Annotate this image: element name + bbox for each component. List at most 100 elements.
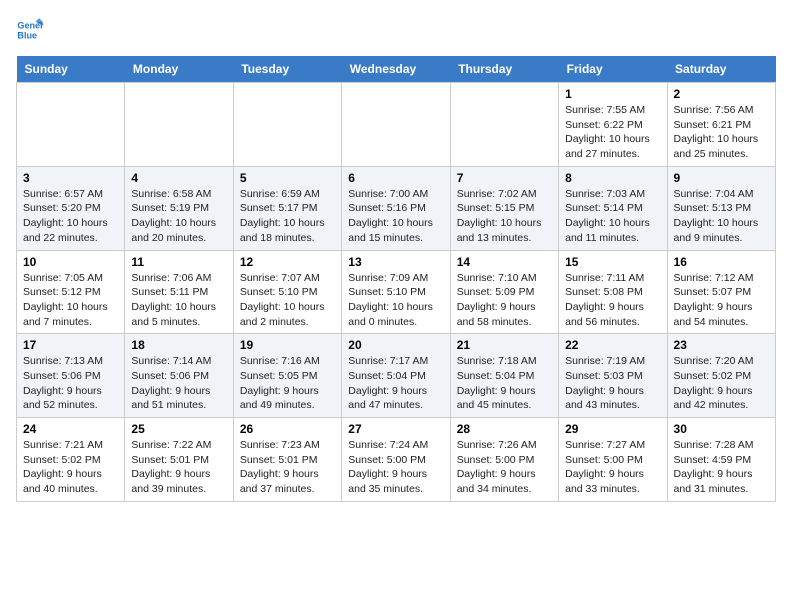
calendar-cell: 17 Sunrise: 7:13 AM Sunset: 5:06 PM Dayli… <box>17 334 125 418</box>
day-detail: Sunrise: 6:59 AM Sunset: 5:17 PM Dayligh… <box>240 187 335 246</box>
calendar-cell: 25Sunrise: 7:22 AM Sunset: 5:01 PM Dayli… <box>125 418 233 502</box>
day-detail: Sunrise: 7:06 AM Sunset: 5:11 PM Dayligh… <box>131 271 226 330</box>
day-detail: Sunrise: 7:23 AM Sunset: 5:01 PM Dayligh… <box>240 438 335 497</box>
day-number: 19 <box>240 338 335 352</box>
calendar-cell: 27 Sunrise: 7:24 AM Sunset: 5:00 PM Dayli… <box>342 418 450 502</box>
calendar-cell: 8Sunrise: 7:03 AM Sunset: 5:14 PM Daylig… <box>559 166 667 250</box>
day-detail: Sunrise: 7:19 AM Sunset: 5:03 PM Dayligh… <box>565 354 660 413</box>
logo-icon: General Blue <box>16 16 44 44</box>
calendar-cell: 11 Sunrise: 7:06 AM Sunset: 5:11 PM Dayli… <box>125 250 233 334</box>
day-number: 3 <box>23 171 118 185</box>
day-number: 4 <box>131 171 226 185</box>
day-number: 13 <box>348 255 443 269</box>
day-detail: Sunrise: 7:14 AM Sunset: 5:06 PM Dayligh… <box>131 354 226 413</box>
calendar-week-4: 17 Sunrise: 7:13 AM Sunset: 5:06 PM Dayli… <box>17 334 776 418</box>
day-number: 2 <box>674 87 769 101</box>
calendar-cell: 23 Sunrise: 7:20 AM Sunset: 5:02 PM Dayli… <box>667 334 775 418</box>
day-detail: Sunrise: 7:10 AM Sunset: 5:09 PM Dayligh… <box>457 271 552 330</box>
weekday-header-friday: Friday <box>559 56 667 83</box>
calendar-cell: 16Sunrise: 7:12 AM Sunset: 5:07 PM Dayli… <box>667 250 775 334</box>
calendar-cell <box>450 83 558 167</box>
day-detail: Sunrise: 7:02 AM Sunset: 5:15 PM Dayligh… <box>457 187 552 246</box>
day-detail: Sunrise: 7:04 AM Sunset: 5:13 PM Dayligh… <box>674 187 769 246</box>
day-number: 17 <box>23 338 118 352</box>
day-number: 11 <box>131 255 226 269</box>
day-detail: Sunrise: 7:07 AM Sunset: 5:10 PM Dayligh… <box>240 271 335 330</box>
calendar-week-2: 3 Sunrise: 6:57 AM Sunset: 5:20 PM Daylig… <box>17 166 776 250</box>
day-detail: Sunrise: 7:21 AM Sunset: 5:02 PM Dayligh… <box>23 438 118 497</box>
page-header: General Blue <box>16 16 776 44</box>
day-number: 12 <box>240 255 335 269</box>
calendar-cell: 5 Sunrise: 6:59 AM Sunset: 5:17 PM Daylig… <box>233 166 341 250</box>
calendar-week-1: 1Sunrise: 7:55 AM Sunset: 6:22 PM Daylig… <box>17 83 776 167</box>
day-number: 9 <box>674 171 769 185</box>
day-detail: Sunrise: 6:57 AM Sunset: 5:20 PM Dayligh… <box>23 187 118 246</box>
calendar-cell: 18Sunrise: 7:14 AM Sunset: 5:06 PM Dayli… <box>125 334 233 418</box>
calendar-cell: 28 Sunrise: 7:26 AM Sunset: 5:00 PM Dayli… <box>450 418 558 502</box>
calendar-cell: 3 Sunrise: 6:57 AM Sunset: 5:20 PM Daylig… <box>17 166 125 250</box>
calendar-cell <box>125 83 233 167</box>
calendar-week-3: 10 Sunrise: 7:05 AM Sunset: 5:12 PM Dayli… <box>17 250 776 334</box>
calendar-cell: 14 Sunrise: 7:10 AM Sunset: 5:09 PM Dayli… <box>450 250 558 334</box>
day-detail: Sunrise: 7:18 AM Sunset: 5:04 PM Dayligh… <box>457 354 552 413</box>
weekday-header-wednesday: Wednesday <box>342 56 450 83</box>
calendar-cell <box>233 83 341 167</box>
day-number: 28 <box>457 422 552 436</box>
day-number: 6 <box>348 171 443 185</box>
calendar-cell: 19 Sunrise: 7:16 AM Sunset: 5:05 PM Dayli… <box>233 334 341 418</box>
calendar-cell <box>17 83 125 167</box>
day-detail: Sunrise: 7:03 AM Sunset: 5:14 PM Dayligh… <box>565 187 660 246</box>
weekday-header-thursday: Thursday <box>450 56 558 83</box>
day-number: 7 <box>457 171 552 185</box>
day-detail: Sunrise: 7:09 AM Sunset: 5:10 PM Dayligh… <box>348 271 443 330</box>
day-detail: Sunrise: 7:16 AM Sunset: 5:05 PM Dayligh… <box>240 354 335 413</box>
calendar-cell: 22Sunrise: 7:19 AM Sunset: 5:03 PM Dayli… <box>559 334 667 418</box>
day-detail: Sunrise: 7:20 AM Sunset: 5:02 PM Dayligh… <box>674 354 769 413</box>
calendar-cell: 20 Sunrise: 7:17 AM Sunset: 5:04 PM Dayli… <box>342 334 450 418</box>
day-detail: Sunrise: 7:17 AM Sunset: 5:04 PM Dayligh… <box>348 354 443 413</box>
calendar-cell: 10 Sunrise: 7:05 AM Sunset: 5:12 PM Dayli… <box>17 250 125 334</box>
calendar-cell: 6 Sunrise: 7:00 AM Sunset: 5:16 PM Daylig… <box>342 166 450 250</box>
day-detail: Sunrise: 7:26 AM Sunset: 5:00 PM Dayligh… <box>457 438 552 497</box>
calendar-cell: 24Sunrise: 7:21 AM Sunset: 5:02 PM Dayli… <box>17 418 125 502</box>
day-number: 10 <box>23 255 118 269</box>
day-number: 20 <box>348 338 443 352</box>
day-detail: Sunrise: 7:56 AM Sunset: 6:21 PM Dayligh… <box>674 103 769 162</box>
calendar-header: SundayMondayTuesdayWednesdayThursdayFrid… <box>17 56 776 83</box>
calendar-cell: 29Sunrise: 7:27 AM Sunset: 5:00 PM Dayli… <box>559 418 667 502</box>
calendar-cell: 2 Sunrise: 7:56 AM Sunset: 6:21 PM Daylig… <box>667 83 775 167</box>
calendar-cell: 4 Sunrise: 6:58 AM Sunset: 5:19 PM Daylig… <box>125 166 233 250</box>
weekday-header-tuesday: Tuesday <box>233 56 341 83</box>
calendar-week-5: 24Sunrise: 7:21 AM Sunset: 5:02 PM Dayli… <box>17 418 776 502</box>
day-number: 25 <box>131 422 226 436</box>
calendar-cell: 26 Sunrise: 7:23 AM Sunset: 5:01 PM Dayli… <box>233 418 341 502</box>
day-number: 26 <box>240 422 335 436</box>
calendar-cell: 21Sunrise: 7:18 AM Sunset: 5:04 PM Dayli… <box>450 334 558 418</box>
day-detail: Sunrise: 7:11 AM Sunset: 5:08 PM Dayligh… <box>565 271 660 330</box>
day-detail: Sunrise: 7:24 AM Sunset: 5:00 PM Dayligh… <box>348 438 443 497</box>
day-detail: Sunrise: 7:55 AM Sunset: 6:22 PM Dayligh… <box>565 103 660 162</box>
day-detail: Sunrise: 7:00 AM Sunset: 5:16 PM Dayligh… <box>348 187 443 246</box>
logo: General Blue <box>16 16 44 44</box>
calendar-cell: 30Sunrise: 7:28 AM Sunset: 4:59 PM Dayli… <box>667 418 775 502</box>
calendar-cell <box>342 83 450 167</box>
day-detail: Sunrise: 7:12 AM Sunset: 5:07 PM Dayligh… <box>674 271 769 330</box>
calendar-cell: 9 Sunrise: 7:04 AM Sunset: 5:13 PM Daylig… <box>667 166 775 250</box>
day-number: 30 <box>674 422 769 436</box>
day-number: 15 <box>565 255 660 269</box>
day-number: 29 <box>565 422 660 436</box>
day-number: 23 <box>674 338 769 352</box>
day-detail: Sunrise: 6:58 AM Sunset: 5:19 PM Dayligh… <box>131 187 226 246</box>
day-number: 5 <box>240 171 335 185</box>
day-number: 14 <box>457 255 552 269</box>
day-number: 27 <box>348 422 443 436</box>
day-detail: Sunrise: 7:13 AM Sunset: 5:06 PM Dayligh… <box>23 354 118 413</box>
weekday-header-monday: Monday <box>125 56 233 83</box>
calendar-cell: 12 Sunrise: 7:07 AM Sunset: 5:10 PM Dayli… <box>233 250 341 334</box>
calendar-cell: 15 Sunrise: 7:11 AM Sunset: 5:08 PM Dayli… <box>559 250 667 334</box>
calendar-cell: 13 Sunrise: 7:09 AM Sunset: 5:10 PM Dayli… <box>342 250 450 334</box>
svg-text:Blue: Blue <box>17 30 37 40</box>
calendar-table: SundayMondayTuesdayWednesdayThursdayFrid… <box>16 56 776 502</box>
day-detail: Sunrise: 7:05 AM Sunset: 5:12 PM Dayligh… <box>23 271 118 330</box>
calendar-cell: 1Sunrise: 7:55 AM Sunset: 6:22 PM Daylig… <box>559 83 667 167</box>
